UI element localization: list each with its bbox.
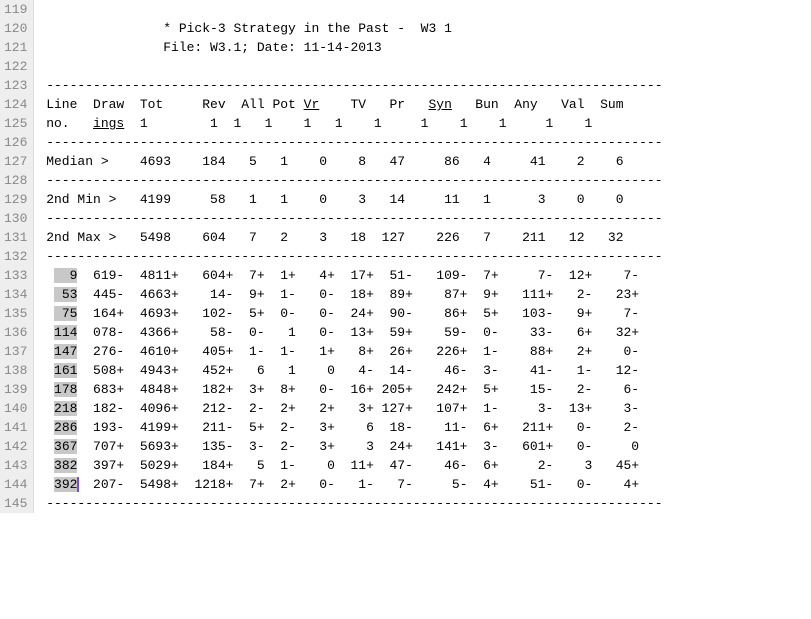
line-number: 126 [4, 133, 27, 152]
code-line: 178 683+ 4848+ 182+ 3+ 8+ 0- 16+ 205+ 24… [38, 380, 662, 399]
line-number: 125 [4, 114, 27, 133]
code-line: 367 707+ 5693+ 135- 3- 2- 3+ 3 24+ 141+ … [38, 437, 662, 456]
line-number: 123 [4, 76, 27, 95]
code-line: no. ings 1 1 1 1 1 1 1 1 1 1 1 1 [38, 114, 662, 133]
code-line: ----------------------------------------… [38, 133, 662, 152]
code-line: 2nd Min > 4199 58 1 1 0 3 14 11 1 3 0 0 [38, 190, 662, 209]
code-line: 75 164+ 4693+ 102- 5+ 0- 0- 24+ 90- 86+ … [38, 304, 662, 323]
line-number: 129 [4, 190, 27, 209]
code-line: ----------------------------------------… [38, 76, 662, 95]
code-line: ----------------------------------------… [38, 171, 662, 190]
code-line [38, 0, 662, 19]
code-area[interactable]: * Pick-3 Strategy in the Past - W3 1 Fil… [34, 0, 662, 513]
line-number: 134 [4, 285, 27, 304]
code-line: 382 397+ 5029+ 184+ 5 1- 0 11+ 47- 46- 6… [38, 456, 662, 475]
code-line: Median > 4693 184 5 1 0 8 47 86 4 41 2 6 [38, 152, 662, 171]
code-line: 53 445- 4663+ 14- 9+ 1- 0- 18+ 89+ 87+ 9… [38, 285, 662, 304]
line-number: 137 [4, 342, 27, 361]
line-number: 121 [4, 38, 27, 57]
line-number: 128 [4, 171, 27, 190]
line-number: 130 [4, 209, 27, 228]
code-line: 161 508+ 4943+ 452+ 6 1 0 4- 14- 46- 3- … [38, 361, 662, 380]
code-line: Line Draw Tot Rev All Pot Vr TV Pr Syn B… [38, 95, 662, 114]
line-number: 135 [4, 304, 27, 323]
code-line: ----------------------------------------… [38, 494, 662, 513]
line-number: 132 [4, 247, 27, 266]
line-number: 145 [4, 494, 27, 513]
line-number: 133 [4, 266, 27, 285]
line-number: 124 [4, 95, 27, 114]
line-number: 141 [4, 418, 27, 437]
code-line: 147 276- 4610+ 405+ 1- 1- 1+ 8+ 26+ 226+… [38, 342, 662, 361]
code-line: ----------------------------------------… [38, 209, 662, 228]
line-number: 144 [4, 475, 27, 494]
line-number: 139 [4, 380, 27, 399]
code-line: 2nd Max > 5498 604 7 2 3 18 127 226 7 21… [38, 228, 662, 247]
code-line: 114 078- 4366+ 58- 0- 1 0- 13+ 59+ 59- 0… [38, 323, 662, 342]
line-number: 140 [4, 399, 27, 418]
code-line: ----------------------------------------… [38, 247, 662, 266]
line-number: 119 [4, 0, 27, 19]
code-line [38, 57, 662, 76]
line-number-gutter: 1191201211221231241251261271281291301311… [0, 0, 34, 513]
code-line: File: W3.1; Date: 11-14-2013 [38, 38, 662, 57]
line-number: 127 [4, 152, 27, 171]
code-line: 218 182- 4096+ 212- 2- 2+ 2+ 3+ 127+ 107… [38, 399, 662, 418]
line-number: 142 [4, 437, 27, 456]
line-number: 138 [4, 361, 27, 380]
line-number: 122 [4, 57, 27, 76]
code-line: 392 207- 5498+ 1218+ 7+ 2+ 0- 1- 7- 5- 4… [38, 475, 662, 494]
code-line: * Pick-3 Strategy in the Past - W3 1 [38, 19, 662, 38]
line-number: 143 [4, 456, 27, 475]
text-editor[interactable]: 1191201211221231241251261271281291301311… [0, 0, 811, 513]
line-number: 136 [4, 323, 27, 342]
code-line: 9 619- 4811+ 604+ 7+ 1+ 4+ 17+ 51- 109- … [38, 266, 662, 285]
line-number: 131 [4, 228, 27, 247]
code-line: 286 193- 4199+ 211- 5+ 2- 3+ 6 18- 11- 6… [38, 418, 662, 437]
line-number: 120 [4, 19, 27, 38]
